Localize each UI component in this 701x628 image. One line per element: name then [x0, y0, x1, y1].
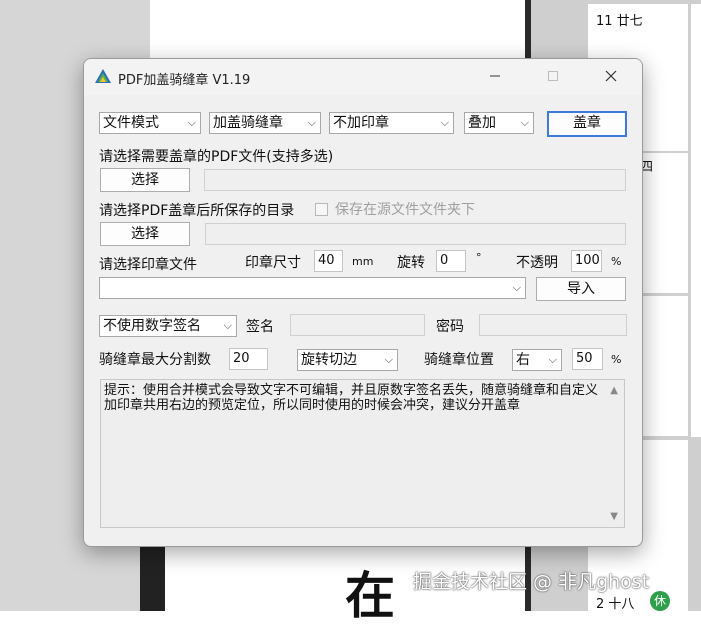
chevron-down-icon: ⌵ [520, 116, 529, 129]
save-in-source-label: 保存在源文件文件夹下 [335, 202, 475, 218]
chevron-down-icon: ⌵ [512, 281, 521, 294]
chevron-down-icon: ⌵ [548, 353, 557, 366]
chevron-down-icon: ⌵ [440, 116, 449, 129]
calendar-date: 2 十八 [596, 597, 635, 612]
edge-mode-value: 旋转切边 [301, 352, 357, 368]
stamp-option-value: 不加印章 [333, 115, 389, 131]
opacity-unit: % [611, 255, 622, 268]
overlay-mode-value: 叠加 [468, 115, 496, 131]
seal-type-select[interactable]: 加盖骑缝章 ⌵ [209, 112, 321, 134]
window-title: PDF加盖骑缝章 V1.19 [118, 73, 251, 88]
stamp-button[interactable]: 盖章 [547, 111, 627, 137]
select-dir-button[interactable]: 选择 [100, 222, 190, 246]
tip-textarea[interactable]: 提示：使用合并模式会导致文字不可编辑，并且原数字签名丢失，随意骑缝章和自定义加印… [100, 379, 625, 528]
file-mode-value: 文件模式 [103, 115, 159, 131]
signature-name-label: 签名 [246, 319, 274, 335]
digital-signature-select[interactable]: 不使用数字签名 ⌵ [99, 315, 237, 337]
stamp-file-label: 请选择印章文件 [99, 257, 197, 273]
maximize-button [530, 59, 576, 95]
rotate-unit: ° [476, 251, 482, 264]
edge-mode-select[interactable]: 旋转切边 ⌵ [297, 349, 398, 371]
save-dir-label: 请选择PDF盖章后所保存的目录 [99, 203, 295, 219]
seal-position-value: 右 [516, 352, 530, 368]
opacity-label: 不透明 [516, 255, 558, 271]
tip-text: 提示：使用合并模式会导致文字不可编辑，并且原数字签名丢失，随意骑缝章和自定义加印… [104, 383, 599, 413]
background-large-character: 在 [345, 567, 395, 625]
chevron-down-icon: ⌵ [384, 353, 393, 366]
stamp-size-unit: mm [352, 255, 374, 268]
select-pdf-button[interactable]: 选择 [100, 168, 190, 192]
app-window: PDF加盖骑缝章 V1.19 文件模式 ⌵ 加盖骑缝章 ⌵ 不加印章 ⌵ 叠加 … [83, 58, 643, 547]
calendar-date: 11 廿七 [596, 14, 643, 29]
opacity-input[interactable]: 100 [571, 250, 602, 272]
file-mode-select[interactable]: 文件模式 ⌵ [99, 112, 201, 134]
seal-position-label: 骑缝章位置 [424, 352, 494, 368]
pdf-path-field[interactable] [204, 169, 626, 191]
seal-position-select[interactable]: 右 ⌵ [512, 349, 562, 371]
title-bar[interactable]: PDF加盖骑缝章 V1.19 [84, 59, 642, 95]
scroll-down-icon[interactable]: ▼ [610, 509, 618, 524]
calendar-day-cell [691, 4, 701, 437]
overlay-mode-select[interactable]: 叠加 ⌵ [464, 112, 534, 134]
stamp-file-select[interactable]: ⌵ [99, 277, 526, 299]
stamp-size-label: 印章尺寸 [245, 255, 301, 271]
holiday-badge: 休 [650, 591, 670, 611]
maximize-icon [548, 71, 558, 81]
minimize-icon [490, 75, 500, 77]
chevron-down-icon: ⌵ [307, 116, 316, 129]
close-button[interactable] [588, 59, 634, 95]
password-label: 密码 [436, 319, 464, 335]
rotate-input[interactable]: 0 [436, 250, 466, 272]
app-logo-icon [95, 69, 111, 83]
password-field[interactable] [479, 314, 627, 336]
import-button[interactable]: 导入 [536, 277, 626, 301]
rotate-label: 旋转 [397, 255, 425, 271]
save-dir-field[interactable] [205, 223, 626, 245]
minimize-button[interactable] [472, 59, 518, 95]
close-icon [605, 70, 617, 82]
pdf-select-label: 请选择需要盖章的PDF文件(支持多选) [99, 149, 334, 165]
signature-name-field[interactable] [290, 314, 425, 336]
seal-position-percent-input[interactable]: 50 [572, 348, 603, 370]
watermark-text: 掘金技术社区 @ 非凡ghost [413, 571, 650, 593]
max-split-label: 骑缝章最大分割数 [99, 352, 211, 368]
seal-position-percent-unit: % [611, 353, 622, 366]
chevron-down-icon: ⌵ [223, 319, 232, 332]
max-split-input[interactable]: 20 [229, 348, 268, 370]
background-graphic [140, 540, 165, 611]
stamp-option-select[interactable]: 不加印章 ⌵ [329, 112, 454, 134]
chevron-down-icon: ⌵ [187, 116, 196, 129]
stamp-size-input[interactable]: 40 [314, 250, 343, 272]
save-in-source-checkbox[interactable] [315, 203, 328, 216]
seal-type-value: 加盖骑缝章 [213, 115, 283, 131]
digital-signature-value: 不使用数字签名 [103, 318, 201, 334]
scroll-up-icon[interactable]: ▲ [610, 383, 618, 398]
